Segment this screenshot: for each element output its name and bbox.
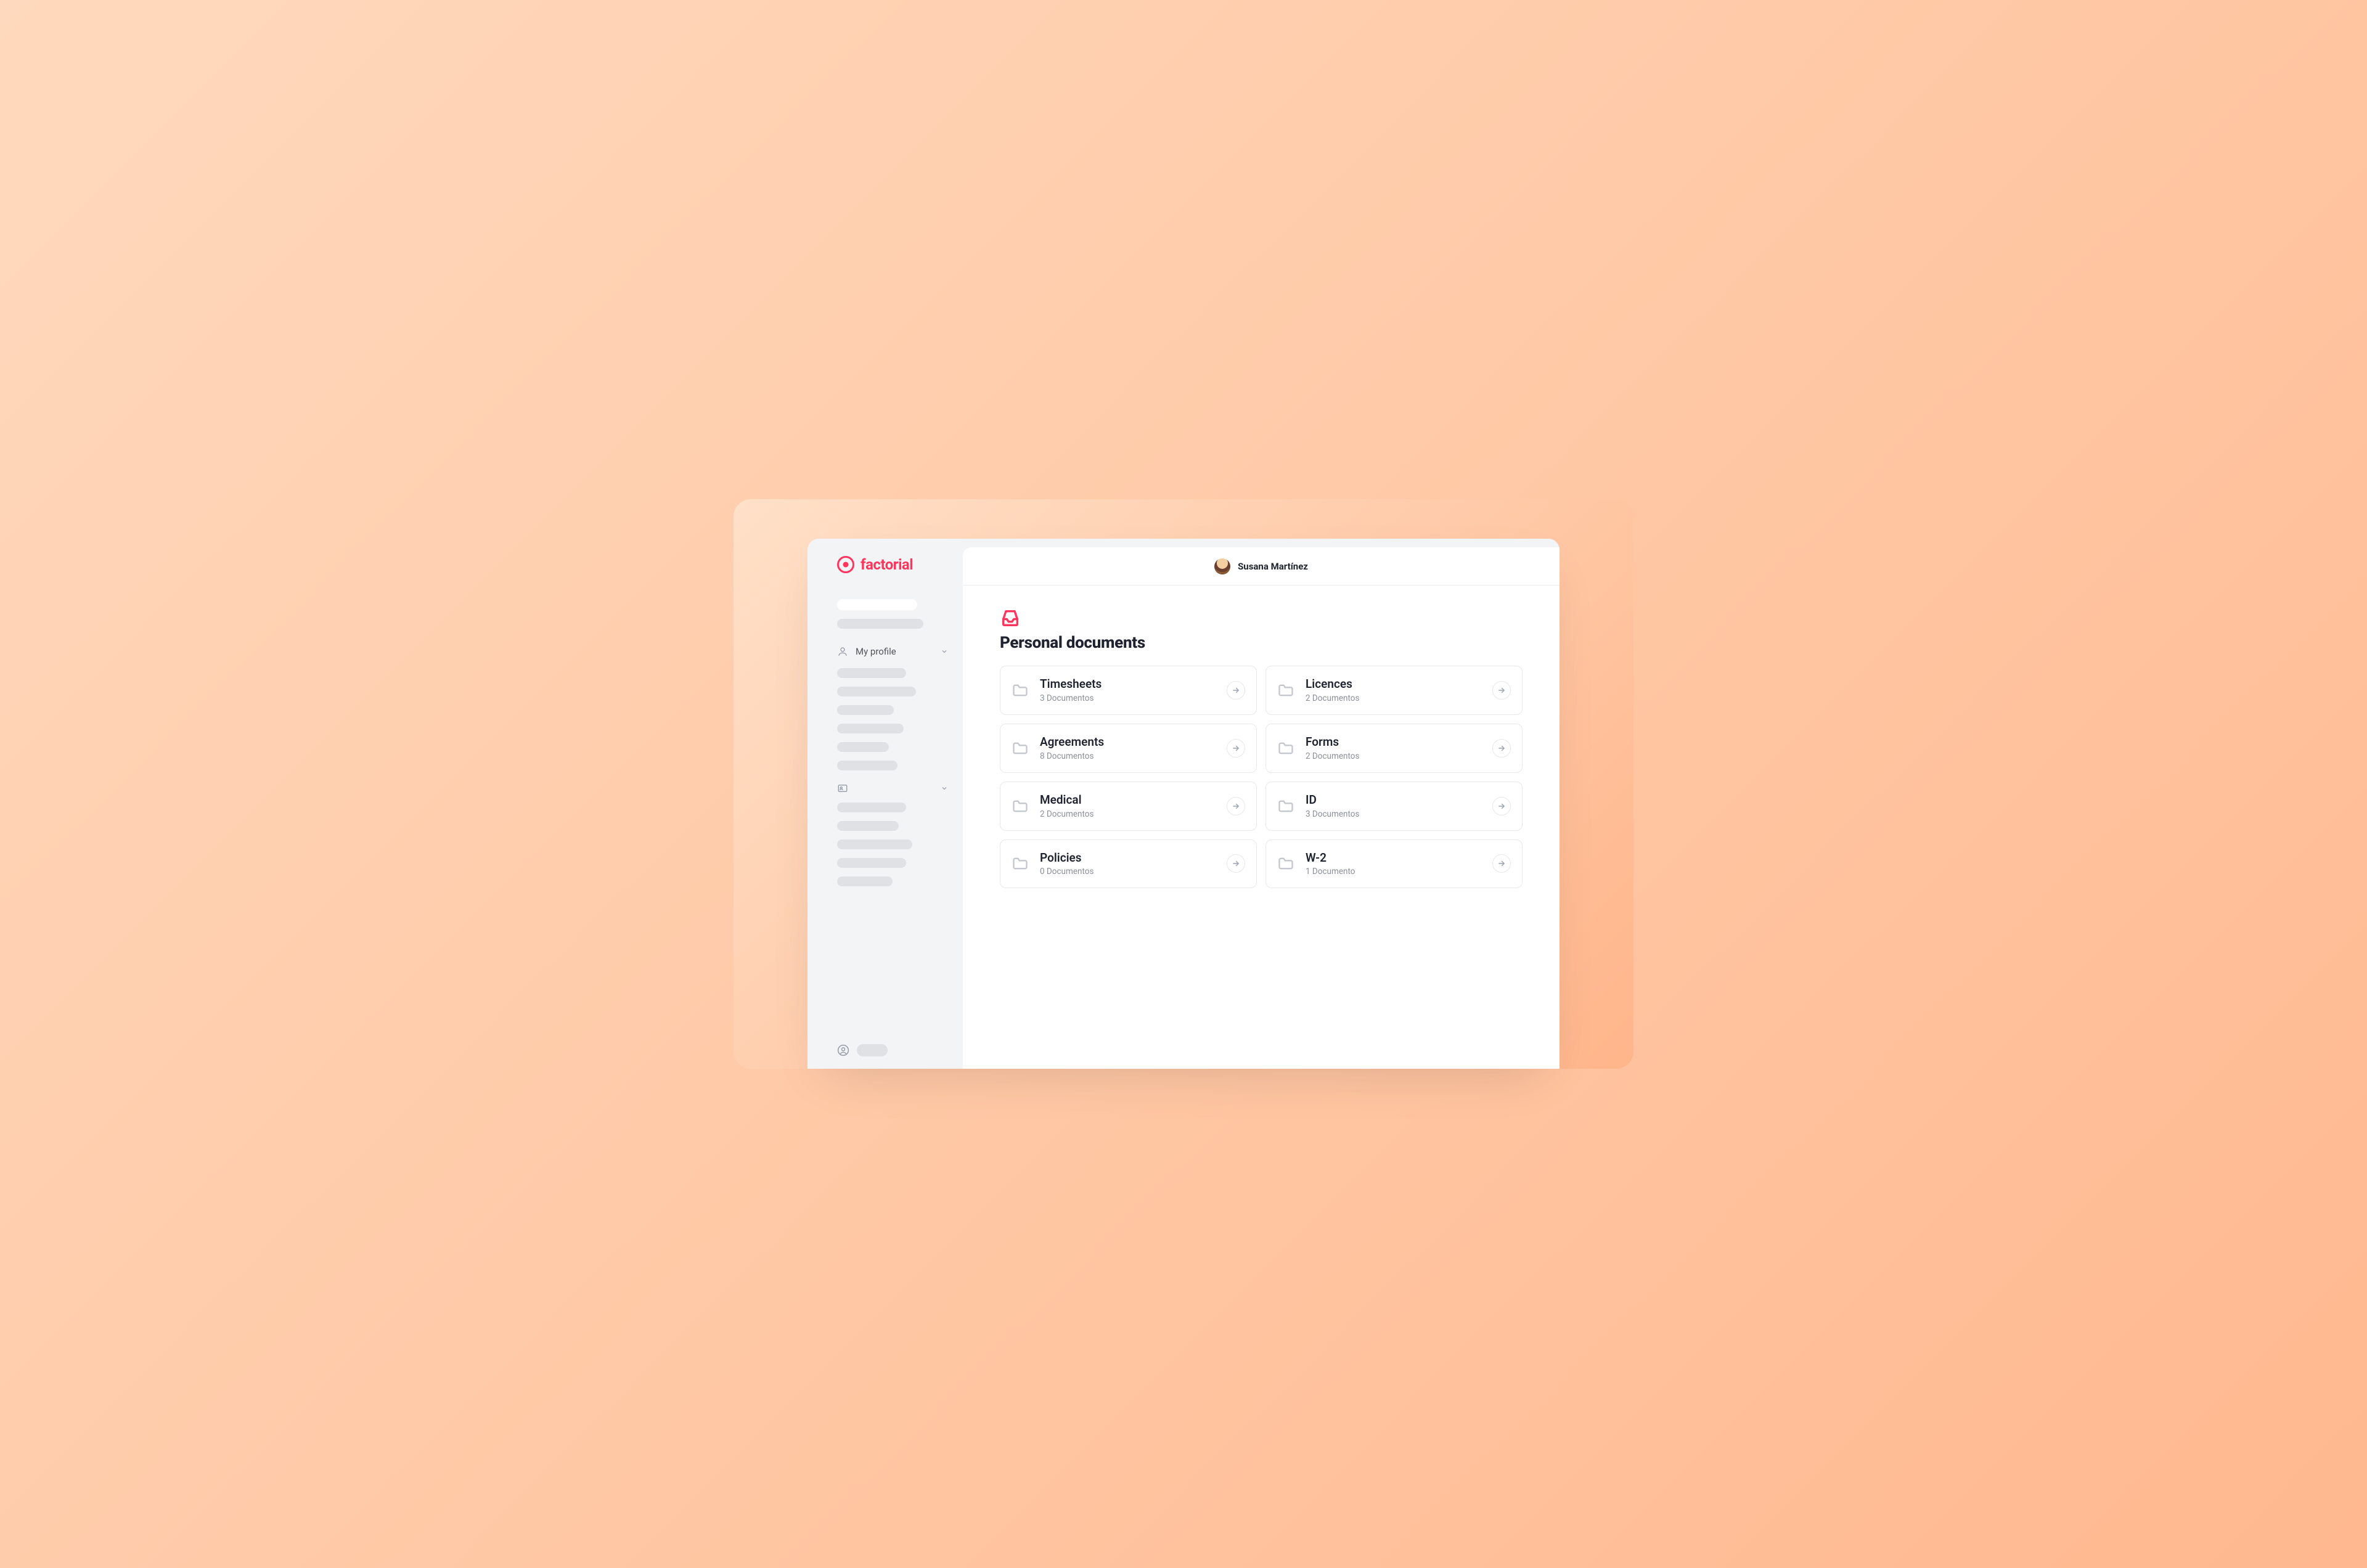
folder-card-texts: Licences 2 Documentos — [1306, 677, 1481, 703]
topbar: Susana Martínez — [963, 547, 1560, 586]
nav-placeholder — [837, 761, 897, 770]
folder-title: Forms — [1306, 735, 1481, 749]
folder-grid: Timesheets 3 Documentos Licences 2 Document… — [1000, 666, 1523, 888]
arrow-right-icon — [1232, 802, 1240, 811]
nav-placeholder — [837, 876, 893, 886]
nav-placeholder — [837, 821, 899, 831]
folder-card-texts: Timesheets 3 Documentos — [1040, 677, 1216, 703]
factorial-logo-icon — [837, 556, 854, 573]
arrow-right-icon — [1497, 744, 1506, 753]
folder-icon — [1277, 855, 1294, 872]
open-folder-button[interactable] — [1492, 739, 1511, 757]
folder-subtitle: 8 Documentos — [1040, 751, 1216, 761]
folder-card[interactable]: Medical 2 Documentos — [1000, 782, 1257, 831]
person-icon — [837, 646, 848, 657]
folder-icon — [1012, 740, 1029, 757]
folder-card[interactable]: ID 3 Documentos — [1265, 782, 1523, 831]
folder-card-texts: Forms 2 Documentos — [1306, 735, 1481, 761]
topbar-user-name: Susana Martínez — [1238, 561, 1308, 572]
folder-subtitle: 3 Documentos — [1040, 693, 1216, 703]
nav-placeholder — [837, 599, 917, 610]
folder-subtitle: 2 Documentos — [1306, 751, 1481, 761]
arrow-right-icon — [1232, 859, 1240, 868]
folder-card[interactable]: Timesheets 3 Documentos — [1000, 666, 1257, 715]
content-area: Personal documents Timesheets 3 Documento… — [963, 586, 1560, 900]
folder-card[interactable]: Licences 2 Documentos — [1265, 666, 1523, 715]
nav-placeholder — [837, 619, 923, 629]
folder-card-texts: Policies 0 Documentos — [1040, 851, 1216, 877]
folder-card[interactable]: Agreements 8 Documentos — [1000, 724, 1257, 773]
folder-title: Licences — [1306, 677, 1481, 691]
arrow-right-icon — [1497, 859, 1506, 868]
nav-placeholder — [837, 802, 906, 812]
folder-card[interactable]: Policies 0 Documentos — [1000, 839, 1257, 889]
arrow-right-icon — [1497, 802, 1506, 811]
nav-placeholder — [837, 668, 906, 678]
folder-icon — [1277, 682, 1294, 699]
nav-placeholder — [837, 858, 906, 868]
folder-card-texts: Medical 2 Documentos — [1040, 793, 1216, 819]
chevron-down-icon — [941, 648, 948, 655]
open-folder-button[interactable] — [1492, 854, 1511, 873]
open-folder-button[interactable] — [1227, 854, 1245, 873]
nav-placeholder — [837, 742, 889, 752]
chevron-down-icon — [941, 785, 948, 792]
folder-card[interactable]: Forms 2 Documentos — [1265, 724, 1523, 773]
folder-subtitle: 3 Documentos — [1306, 809, 1481, 819]
avatar[interactable] — [1214, 558, 1230, 574]
folder-icon — [1012, 798, 1029, 815]
folder-icon — [1012, 855, 1029, 872]
folder-icon — [1277, 798, 1294, 815]
user-circle-icon — [837, 1044, 849, 1056]
sidebar-footer — [837, 1044, 948, 1056]
brand-name: factorial — [861, 556, 913, 573]
folder-card[interactable]: W-2 1 Documento — [1265, 839, 1523, 889]
folder-title: ID — [1306, 793, 1481, 807]
nav-placeholder — [837, 724, 904, 733]
nav-placeholder — [837, 839, 912, 849]
app-window: factorial My profile — [807, 539, 1560, 1069]
folder-subtitle: 2 Documentos — [1306, 693, 1481, 703]
arrow-right-icon — [1232, 744, 1240, 753]
nav-placeholder — [837, 705, 894, 715]
folder-title: Agreements — [1040, 735, 1216, 749]
sidebar: factorial My profile — [807, 539, 963, 1069]
folder-icon — [1012, 682, 1029, 699]
open-folder-button[interactable] — [1227, 681, 1245, 700]
folder-subtitle: 1 Documento — [1306, 867, 1481, 876]
folder-title: W-2 — [1306, 851, 1481, 865]
folder-card-texts: Agreements 8 Documentos — [1040, 735, 1216, 761]
folder-subtitle: 2 Documentos — [1040, 809, 1216, 819]
contact-card-icon — [837, 783, 848, 794]
sidebar-item-my-profile[interactable]: My profile — [837, 646, 948, 657]
folder-title: Policies — [1040, 851, 1216, 865]
arrow-right-icon — [1232, 686, 1240, 695]
open-folder-button[interactable] — [1492, 681, 1511, 700]
open-folder-button[interactable] — [1492, 797, 1511, 815]
folder-subtitle: 0 Documentos — [1040, 867, 1216, 876]
folder-title: Timesheets — [1040, 677, 1216, 691]
sidebar-item-label: My profile — [856, 646, 933, 657]
open-folder-button[interactable] — [1227, 797, 1245, 815]
folder-icon — [1277, 740, 1294, 757]
open-folder-button[interactable] — [1227, 739, 1245, 757]
page-title: Personal documents — [1000, 634, 1523, 652]
inbox-icon — [1000, 608, 1021, 629]
arrow-right-icon — [1497, 686, 1506, 695]
sidebar-section-documents[interactable] — [837, 783, 948, 794]
brand-logo[interactable]: factorial — [837, 556, 948, 573]
page-background: factorial My profile — [734, 499, 1633, 1069]
nav-placeholder — [857, 1044, 888, 1056]
folder-title: Medical — [1040, 793, 1216, 807]
nav-placeholder — [837, 687, 916, 696]
folder-card-texts: W-2 1 Documento — [1306, 851, 1481, 877]
folder-card-texts: ID 3 Documentos — [1306, 793, 1481, 819]
main-panel: Susana Martínez Personal documents Times… — [963, 547, 1560, 1069]
